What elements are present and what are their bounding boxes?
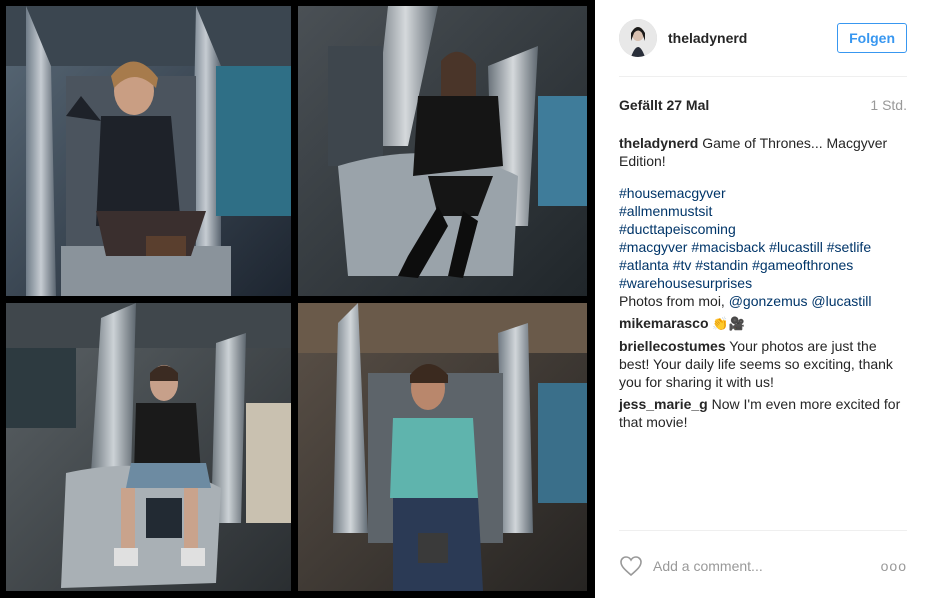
comment-author[interactable]: briellecostumes [619, 338, 726, 354]
caption-credit: Photos from moi, [619, 293, 725, 309]
divider [619, 530, 907, 531]
divider [619, 76, 907, 77]
hashtag-line[interactable]: #ducttapeiscoming [619, 221, 736, 237]
mention-links[interactable]: @gonzemus @lucastill [729, 293, 872, 309]
photo-woman-on-throne [298, 6, 587, 296]
likes-count[interactable]: Gefällt 27 Mal [619, 97, 709, 113]
comment-text: 👏🎥 [712, 316, 745, 331]
photo-man-teal-tshirt [298, 303, 587, 591]
comment: briellecostumes Your photos are just the… [619, 337, 907, 391]
username-link[interactable]: theladynerd [668, 30, 747, 46]
caption-hashtags: #housemacgyver #allmenmustsit #ducttapei… [619, 184, 907, 310]
comment-bar: ooo [619, 552, 907, 580]
post-sidebar: theladynerd Folgen Gefällt 27 Mal 1 Std.… [595, 0, 926, 598]
more-options-icon[interactable]: ooo [881, 558, 907, 574]
hashtag-line[interactable]: #atlanta #tv #standin #gameofthrones [619, 257, 853, 273]
caption: theladynerd Game of Thrones... Macgyver … [619, 134, 907, 170]
heart-icon[interactable] [619, 555, 643, 577]
hashtag-line[interactable]: #warehousesurprises [619, 275, 752, 291]
hashtag-line[interactable]: #allmenmustsit [619, 203, 712, 219]
post-header: theladynerd Folgen [619, 18, 907, 58]
comments-list: theladynerd Game of Thrones... Macgyver … [619, 134, 907, 435]
post-timestamp[interactable]: 1 Std. [870, 97, 907, 113]
photo-man-on-throne [6, 6, 291, 296]
avatar[interactable] [619, 19, 657, 57]
comment: mikemarasco 👏🎥 [619, 314, 907, 333]
post-photo-collage[interactable] [0, 0, 595, 598]
comment: jess_marie_g Now I'm even more excited f… [619, 395, 907, 431]
photo-man-black-tshirt [6, 303, 291, 591]
hashtag-line[interactable]: #macgyver #macisback #lucastill #setlife [619, 239, 871, 255]
comment-author[interactable]: mikemarasco [619, 315, 709, 331]
caption-author[interactable]: theladynerd [619, 135, 698, 151]
hashtag-line[interactable]: #housemacgyver [619, 185, 726, 201]
likes-row: Gefällt 27 Mal 1 Std. [619, 97, 907, 113]
add-comment-input[interactable] [653, 558, 853, 574]
follow-button[interactable]: Folgen [837, 23, 907, 53]
instagram-post: theladynerd Folgen Gefällt 27 Mal 1 Std.… [0, 0, 926, 598]
comment-author[interactable]: jess_marie_g [619, 396, 708, 412]
